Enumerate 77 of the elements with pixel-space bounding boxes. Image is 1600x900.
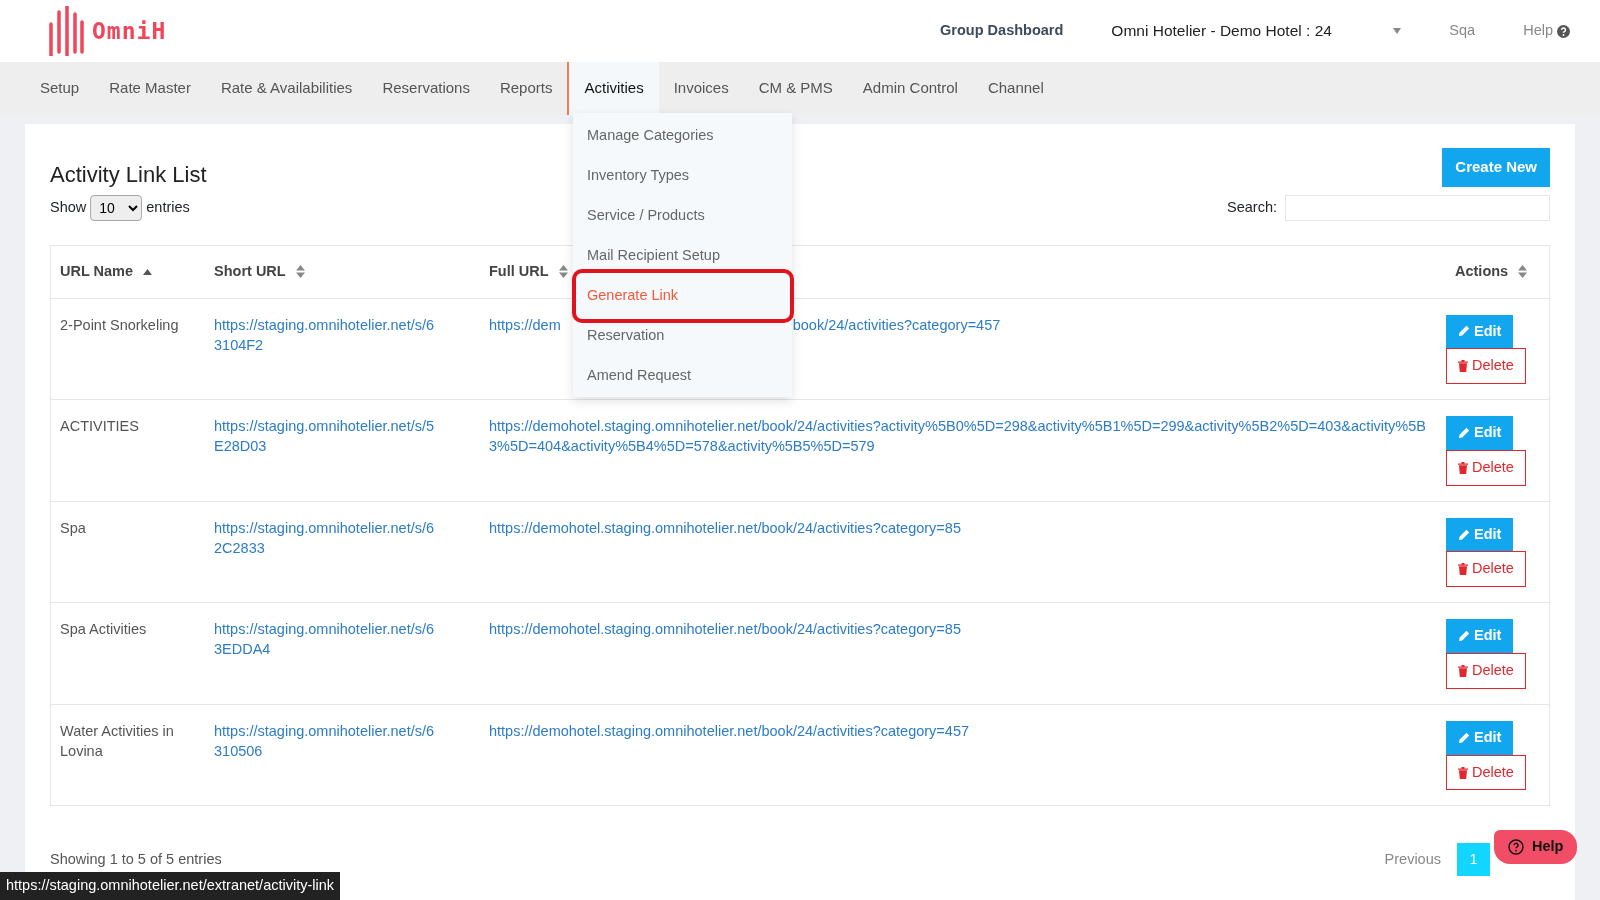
delete-button[interactable]: Delete	[1446, 449, 1526, 486]
search-field[interactable]	[1285, 194, 1550, 221]
edit-button[interactable]: Edit	[1446, 416, 1514, 450]
pencil-icon	[1458, 630, 1470, 643]
logo-text: OmniH	[92, 16, 167, 46]
menu-item[interactable]: Inventory Types	[587, 164, 690, 186]
show-label: Show	[50, 197, 87, 217]
table-info: Showing 1 to 5 of 5 entries	[50, 850, 222, 870]
short-url-link[interactable]: https://staging.omnihotelier.net/s/6310506	[214, 720, 442, 761]
help-button[interactable]: Help	[1494, 830, 1578, 864]
menu-item[interactable]: Service / Products	[587, 204, 705, 226]
nav-tab[interactable]: Channel	[972, 62, 1059, 115]
group-dashboard-link[interactable]: Group Dashboard	[940, 20, 1064, 42]
full-url-link[interactable]: https://demohotel.staging.omnihotelier.net/book/24/activities?activity%5B0%5D=298&activity%5B1%5D=299&activity%5B2%5D=403&activity%5B3%5D=404&activity%5B4%5D=578&activity%5B5%5D=579	[489, 416, 1437, 457]
pencil-icon	[1458, 426, 1470, 439]
edit-button[interactable]: Edit	[1446, 619, 1514, 654]
previous-link[interactable]: Previous	[1384, 849, 1441, 871]
short-url-link[interactable]: https://staging.omnihotelier.net/s/63104F2	[214, 314, 442, 355]
delete-button[interactable]: Delete	[1446, 348, 1526, 384]
page-length-select[interactable]: 10	[90, 194, 143, 221]
trash-icon	[1458, 563, 1468, 576]
hotel-select[interactable]: Omni Hotelier - Demo Hotel : 24	[1111, 19, 1402, 43]
nav-tab[interactable]: Setup	[25, 62, 95, 115]
column-header[interactable]: Actions	[1455, 260, 1509, 283]
trash-icon	[1458, 360, 1468, 373]
menu-item[interactable]: Mail Recipient Setup	[587, 244, 720, 266]
create-new-button[interactable]: Create New	[1442, 148, 1550, 187]
table-cell: Spa Activities	[60, 621, 147, 638]
logo-icon	[48, 6, 84, 56]
column-header[interactable]: Full URL	[489, 260, 549, 283]
full-url-link[interactable]: book/24/activities?category=457	[792, 316, 1001, 333]
menu-item[interactable]: Generate Link	[587, 284, 679, 306]
nav-tab[interactable]: Reservations	[367, 62, 485, 115]
table-cell: 2-Point Snorkeling	[60, 316, 179, 333]
menu-item[interactable]: Manage Categories	[587, 124, 714, 146]
table-cell: Water Activities in Lovina	[60, 722, 174, 759]
column-header[interactable]: Short URL	[214, 260, 286, 283]
search-label: Search:	[1227, 197, 1277, 217]
pencil-icon	[1458, 528, 1470, 541]
nav-tab[interactable]: Activities	[567, 62, 659, 115]
delete-button[interactable]: Delete	[1446, 653, 1526, 689]
menu-item[interactable]: Amend Request	[587, 364, 691, 386]
nav-tab[interactable]: Admin Control	[847, 62, 973, 115]
nav-tab[interactable]: Reports	[484, 62, 568, 115]
delete-button[interactable]: Delete	[1446, 551, 1526, 588]
help-icon	[1508, 838, 1524, 855]
menu-item[interactable]: Reservation	[587, 324, 665, 346]
nav-tab[interactable]: Invoices	[658, 62, 744, 115]
nav-tab[interactable]: CM & PMS	[743, 62, 848, 115]
nav-tab[interactable]: Rate & Availabilities	[205, 62, 368, 115]
table-cell: Spa	[60, 519, 86, 536]
full-url-link[interactable]: https://dem	[489, 316, 561, 333]
short-url-link[interactable]: https://staging.omnihotelier.net/s/63EDDA4	[214, 619, 442, 660]
full-url-link[interactable]: https://demohotel.staging.omnihotelier.net/book/24/activities?category=457	[489, 720, 1437, 741]
trash-icon	[1458, 766, 1468, 779]
status-bar-url: https://staging.omnihotelier.net/extranet/activity-link	[0, 872, 341, 900]
nav-tab[interactable]: Rate Master	[94, 62, 206, 115]
entries-label: entries	[146, 197, 190, 217]
delete-button[interactable]: Delete	[1446, 754, 1526, 791]
edit-button[interactable]: Edit	[1446, 517, 1514, 552]
trash-icon	[1458, 461, 1468, 474]
pencil-icon	[1458, 325, 1470, 338]
column-header[interactable]: URL Name	[60, 260, 134, 283]
help-link[interactable]: Help	[1523, 20, 1570, 42]
page-title: Activity Link List	[50, 160, 207, 189]
user-link[interactable]: Sqa	[1449, 20, 1476, 42]
trash-icon	[1458, 664, 1468, 677]
pencil-icon	[1458, 731, 1470, 744]
caret-icon	[1393, 28, 1402, 34]
short-url-link[interactable]: https://staging.omnihotelier.net/s/5E28D03	[214, 416, 442, 457]
help-icon	[1557, 24, 1570, 38]
short-url-link[interactable]: https://staging.omnihotelier.net/s/62C2833	[214, 517, 442, 558]
edit-button[interactable]: Edit	[1446, 720, 1514, 755]
full-url-link[interactable]: https://demohotel.staging.omnihotelier.net/book/24/activities?category=85	[489, 517, 1437, 538]
edit-button[interactable]: Edit	[1446, 314, 1514, 349]
full-url-link[interactable]: https://demohotel.staging.omnihotelier.net/book/24/activities?category=85	[489, 619, 1437, 640]
table-cell: ACTIVITIES	[60, 418, 139, 435]
